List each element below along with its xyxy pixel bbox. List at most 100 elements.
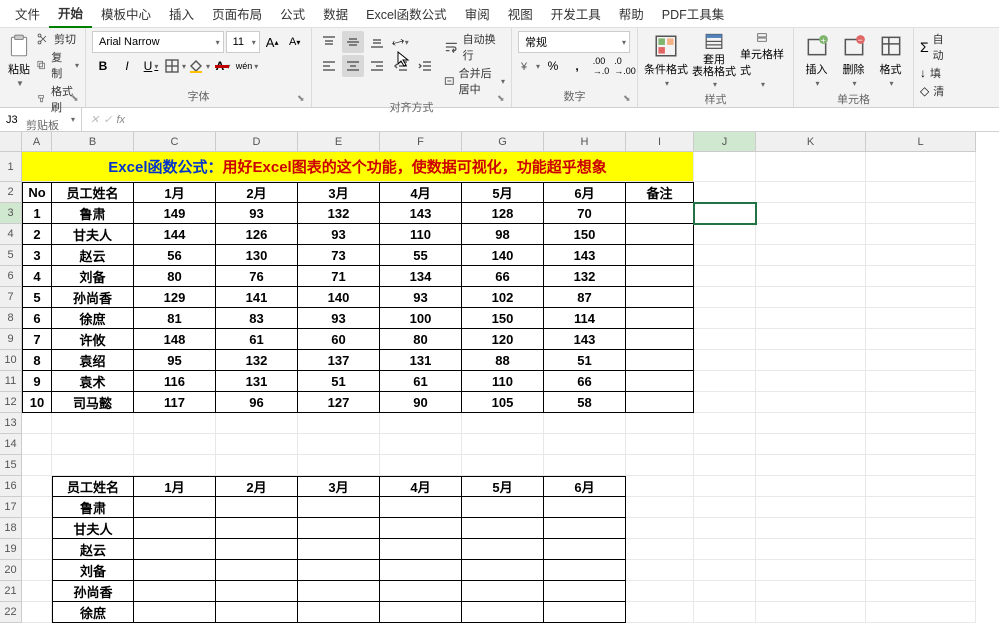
cell-E20[interactable] — [298, 560, 380, 581]
cell-J18[interactable] — [694, 518, 756, 539]
cell-L9[interactable] — [866, 329, 976, 350]
cell-B9[interactable]: 许攸 — [52, 329, 134, 350]
cell-C4[interactable]: 144 — [134, 224, 216, 245]
cell-F7[interactable]: 93 — [380, 287, 462, 308]
cell-K8[interactable] — [756, 308, 866, 329]
cell-L20[interactable] — [866, 560, 976, 581]
cell-F8[interactable]: 100 — [380, 308, 462, 329]
cancel-formula-icon[interactable]: ✕ — [90, 113, 99, 126]
cell-C6[interactable]: 80 — [134, 266, 216, 287]
cell-J21[interactable] — [694, 581, 756, 602]
conditional-format-button[interactable]: 条件格式▾ — [644, 31, 688, 89]
cell-H11[interactable]: 66 — [544, 371, 626, 392]
cell-B12[interactable]: 司马懿 — [52, 392, 134, 413]
cell-C22[interactable] — [134, 602, 216, 623]
row-header-2[interactable]: 2 — [0, 182, 22, 203]
cell-B14[interactable] — [52, 434, 134, 455]
cell-L15[interactable] — [866, 455, 976, 476]
cell-E6[interactable]: 71 — [298, 266, 380, 287]
cell-D22[interactable] — [216, 602, 298, 623]
cell-H14[interactable] — [544, 434, 626, 455]
cell-F12[interactable]: 90 — [380, 392, 462, 413]
cell-E11[interactable]: 51 — [298, 371, 380, 392]
cell-A16[interactable] — [22, 476, 52, 497]
comma-button[interactable]: , — [566, 55, 588, 77]
decrease-decimal-button[interactable]: .0→.00 — [614, 55, 636, 77]
cell-B19[interactable]: 赵云 — [52, 539, 134, 560]
delete-cells-button[interactable]: −删除▾ — [837, 31, 870, 89]
cell[interactable] — [756, 152, 866, 182]
cell-E4[interactable]: 93 — [298, 224, 380, 245]
menu-数据[interactable]: 数据 — [314, 0, 357, 27]
confirm-formula-icon[interactable]: ✓ — [103, 113, 112, 126]
row-header-4[interactable]: 4 — [0, 224, 22, 245]
cell-H18[interactable] — [544, 518, 626, 539]
row-header-19[interactable]: 19 — [0, 539, 22, 560]
cell-K7[interactable] — [756, 287, 866, 308]
cell-C19[interactable] — [134, 539, 216, 560]
cell-F4[interactable]: 110 — [380, 224, 462, 245]
cell-K6[interactable] — [756, 266, 866, 287]
col-header-L[interactable]: L — [866, 132, 976, 152]
align-right-button[interactable] — [366, 55, 388, 77]
cell-J22[interactable] — [694, 602, 756, 623]
cell-L11[interactable] — [866, 371, 976, 392]
cell-C17[interactable] — [134, 497, 216, 518]
increase-indent-button[interactable] — [414, 55, 436, 77]
cell-B21[interactable]: 孙尚香 — [52, 581, 134, 602]
cell-L5[interactable] — [866, 245, 976, 266]
row-header-18[interactable]: 18 — [0, 518, 22, 539]
cell-A10[interactable]: 8 — [22, 350, 52, 371]
cell-E5[interactable]: 73 — [298, 245, 380, 266]
cell-B5[interactable]: 赵云 — [52, 245, 134, 266]
cell-G19[interactable] — [462, 539, 544, 560]
cell-G18[interactable] — [462, 518, 544, 539]
copy-button[interactable]: 复制▾ — [36, 49, 79, 81]
cell-J17[interactable] — [694, 497, 756, 518]
cell-A18[interactable] — [22, 518, 52, 539]
cell-F14[interactable] — [380, 434, 462, 455]
cell-J14[interactable] — [694, 434, 756, 455]
format-table-button[interactable]: 套用 表格格式▾ — [692, 31, 736, 89]
row-header-14[interactable]: 14 — [0, 434, 22, 455]
cell-F18[interactable] — [380, 518, 462, 539]
cell-L6[interactable] — [866, 266, 976, 287]
cell-B22[interactable]: 徐庶 — [52, 602, 134, 623]
accounting-button[interactable]: ¥▾ — [518, 55, 540, 77]
cell-L3[interactable] — [866, 203, 976, 224]
menu-帮助[interactable]: 帮助 — [610, 0, 653, 27]
percent-button[interactable]: % — [542, 55, 564, 77]
cell-K9[interactable] — [756, 329, 866, 350]
cell-A20[interactable] — [22, 560, 52, 581]
cell-F3[interactable]: 143 — [380, 203, 462, 224]
cell-E13[interactable] — [298, 413, 380, 434]
row-header-15[interactable]: 15 — [0, 455, 22, 476]
cell-J16[interactable] — [694, 476, 756, 497]
cell-A8[interactable]: 6 — [22, 308, 52, 329]
cell-E17[interactable] — [298, 497, 380, 518]
cell-I20[interactable] — [626, 560, 694, 581]
cell-L10[interactable] — [866, 350, 976, 371]
cell-J19[interactable] — [694, 539, 756, 560]
cell-I13[interactable] — [626, 413, 694, 434]
cell-B7[interactable]: 孙尚香 — [52, 287, 134, 308]
cell-K21[interactable] — [756, 581, 866, 602]
cell-H12[interactable]: 58 — [544, 392, 626, 413]
col-header-F[interactable]: F — [380, 132, 462, 152]
cell-I14[interactable] — [626, 434, 694, 455]
cell-G5[interactable]: 140 — [462, 245, 544, 266]
font-name-combo[interactable]: Arial Narrow▾ — [92, 31, 224, 53]
col-header-H[interactable]: H — [544, 132, 626, 152]
row-header-12[interactable]: 12 — [0, 392, 22, 413]
cell-I22[interactable] — [626, 602, 694, 623]
cell-F20[interactable] — [380, 560, 462, 581]
cell-A14[interactable] — [22, 434, 52, 455]
cell-F10[interactable]: 131 — [380, 350, 462, 371]
cell-H3[interactable]: 70 — [544, 203, 626, 224]
row-header-21[interactable]: 21 — [0, 581, 22, 602]
cell-K17[interactable] — [756, 497, 866, 518]
cell-A3[interactable]: 1 — [22, 203, 52, 224]
cell-G4[interactable]: 98 — [462, 224, 544, 245]
cell-I17[interactable] — [626, 497, 694, 518]
cell-C7[interactable]: 129 — [134, 287, 216, 308]
